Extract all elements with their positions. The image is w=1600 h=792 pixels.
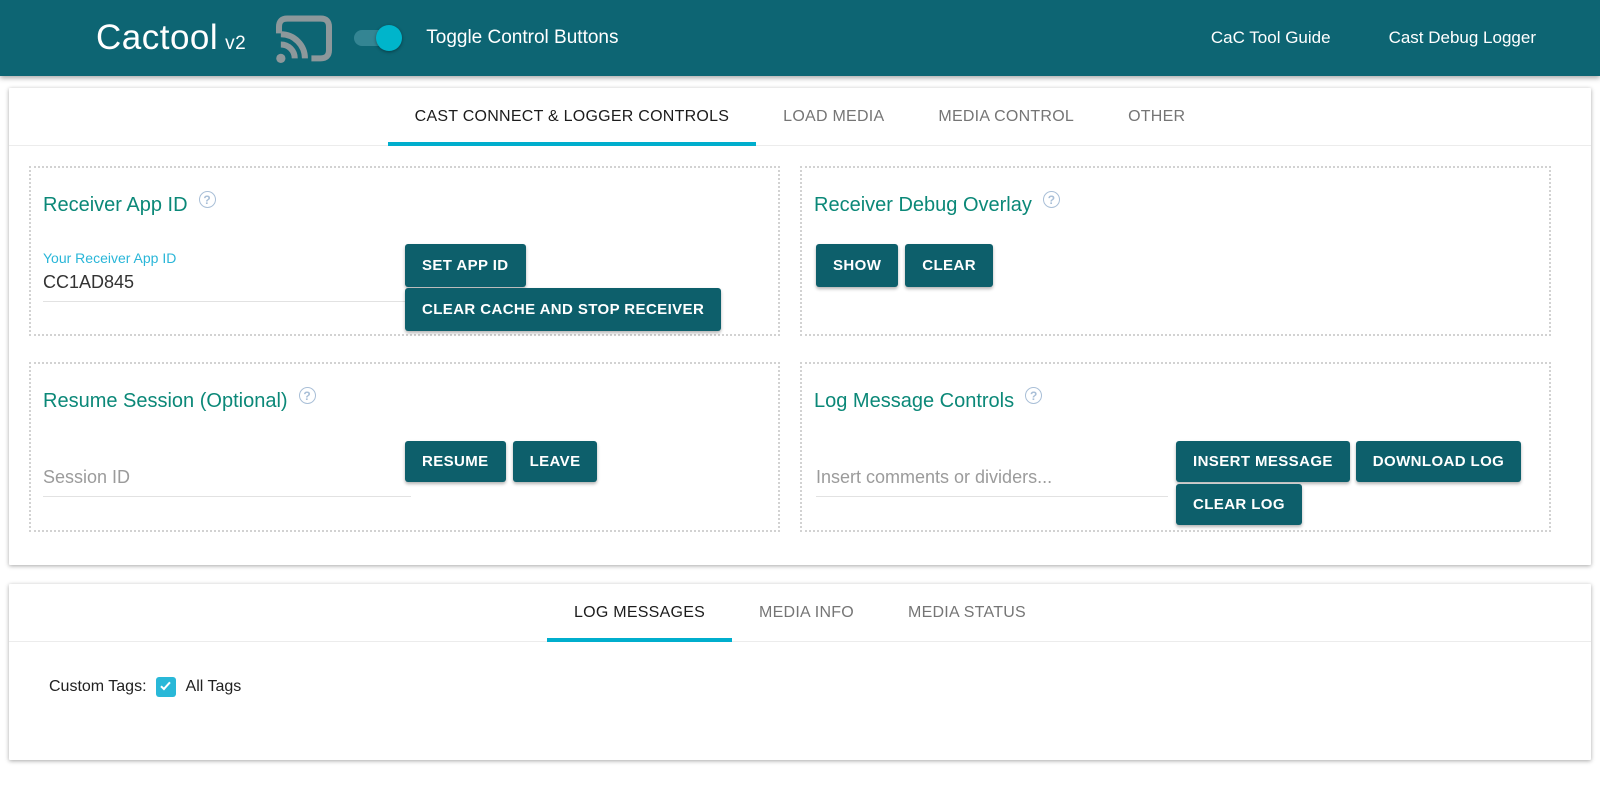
- toggle-thumb: [376, 25, 402, 51]
- tab-media-status[interactable]: MEDIA STATUS: [881, 584, 1053, 641]
- help-icon[interactable]: [199, 191, 216, 208]
- main-tabbar: CAST CONNECT & LOGGER CONTROLS LOAD MEDI…: [9, 88, 1591, 146]
- help-icon[interactable]: [299, 387, 316, 404]
- log-message-controls-panel: Log Message Controls INSERT MESSAGE DOWN…: [800, 362, 1551, 532]
- receiver-app-id-input[interactable]: [43, 268, 458, 302]
- help-icon[interactable]: [1043, 191, 1060, 208]
- app-name: Cactool: [96, 18, 218, 58]
- app-version: v2: [225, 33, 246, 55]
- control-buttons-toggle[interactable]: [354, 25, 402, 51]
- session-id-input[interactable]: [43, 463, 411, 497]
- log-messages-content: Custom Tags: All Tags: [9, 642, 1591, 760]
- app-header: Cactool v2 Toggle Control Buttons CaC To…: [0, 0, 1600, 76]
- set-app-id-button[interactable]: SET APP ID: [405, 244, 526, 287]
- control-panels: Receiver App ID Your Receiver App ID SET…: [9, 146, 1591, 565]
- chromecast-icon: [274, 13, 334, 63]
- session-id-field: [43, 463, 411, 497]
- tab-media-info[interactable]: MEDIA INFO: [732, 584, 881, 641]
- custom-tags-label: Custom Tags:: [49, 678, 147, 696]
- receiver-debug-overlay-title: Receiver Debug Overlay: [814, 194, 1032, 217]
- app-title: Cactool v2: [96, 18, 246, 58]
- resume-session-panel: Resume Session (Optional) RESUME LEAVE: [29, 362, 780, 532]
- download-log-button[interactable]: DOWNLOAD LOG: [1356, 441, 1521, 482]
- clear-cache-stop-receiver-button[interactable]: CLEAR CACHE AND STOP RECEIVER: [405, 288, 721, 331]
- log-card: LOG MESSAGES MEDIA INFO MEDIA STATUS Cus…: [9, 584, 1591, 760]
- all-tags-checkbox[interactable]: [156, 677, 176, 697]
- log-message-input[interactable]: [816, 463, 1168, 497]
- header-links: CaC Tool Guide Cast Debug Logger: [1211, 28, 1536, 48]
- receiver-app-id-title: Receiver App ID: [43, 194, 188, 217]
- tab-media-control[interactable]: MEDIA CONTROL: [911, 88, 1101, 145]
- tab-other[interactable]: OTHER: [1101, 88, 1212, 145]
- tab-log-messages[interactable]: LOG MESSAGES: [547, 584, 732, 641]
- help-icon[interactable]: [1025, 387, 1042, 404]
- cast-debug-logger-link[interactable]: Cast Debug Logger: [1389, 28, 1536, 48]
- show-overlay-button[interactable]: SHOW: [816, 244, 898, 287]
- clear-overlay-button[interactable]: CLEAR: [905, 244, 993, 287]
- resume-session-title: Resume Session (Optional): [43, 390, 288, 413]
- log-message-field: [816, 463, 1168, 497]
- resume-button[interactable]: RESUME: [405, 441, 506, 482]
- log-tabbar: LOG MESSAGES MEDIA INFO MEDIA STATUS: [9, 584, 1591, 642]
- all-tags-label: All Tags: [186, 678, 242, 696]
- receiver-app-id-panel: Receiver App ID Your Receiver App ID SET…: [29, 166, 780, 336]
- receiver-app-id-field: Your Receiver App ID: [43, 250, 458, 302]
- clear-log-button[interactable]: CLEAR LOG: [1176, 484, 1302, 525]
- insert-message-button[interactable]: INSERT MESSAGE: [1176, 441, 1350, 482]
- cac-tool-guide-link[interactable]: CaC Tool Guide: [1211, 28, 1331, 48]
- log-message-controls-title: Log Message Controls: [814, 390, 1014, 413]
- receiver-app-id-label: Your Receiver App ID: [43, 250, 458, 266]
- checkmark-icon: [160, 680, 170, 691]
- leave-button[interactable]: LEAVE: [513, 441, 598, 482]
- tab-cast-connect-logger-controls[interactable]: CAST CONNECT & LOGGER CONTROLS: [388, 88, 757, 145]
- toggle-label: Toggle Control Buttons: [426, 27, 618, 49]
- controls-card: CAST CONNECT & LOGGER CONTROLS LOAD MEDI…: [9, 88, 1591, 565]
- receiver-debug-overlay-panel: Receiver Debug Overlay SHOW CLEAR: [800, 166, 1551, 336]
- tab-load-media[interactable]: LOAD MEDIA: [756, 88, 911, 145]
